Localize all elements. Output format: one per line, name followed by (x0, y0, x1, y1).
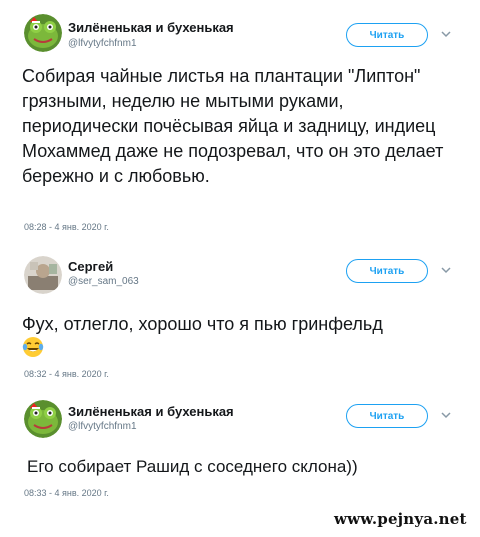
tweet-text: Фух, отлегло, хорошо что я пью гринфельд (22, 314, 383, 334)
tweet-text: Его собирает Рашид с соседнего склона)) (27, 457, 358, 476)
tweet-timestamp[interactable]: 08:32 - 4 янв. 2020 г. (24, 369, 109, 379)
tweet-timestamp[interactable]: 08:33 - 4 янв. 2020 г. (24, 488, 109, 498)
photo-avatar[interactable] (24, 256, 62, 294)
chevron-down-icon[interactable] (440, 264, 452, 276)
follow-button[interactable]: Читать (346, 259, 428, 283)
tears-of-joy-emoji (22, 337, 44, 357)
user-handle[interactable]: @ser_sam_063 (68, 276, 139, 287)
tweet-timestamp[interactable]: 08:28 - 4 янв. 2020 г. (24, 222, 109, 232)
watermark: www.pejnya.net (334, 510, 467, 528)
chevron-down-icon[interactable] (440, 28, 452, 40)
user-name[interactable]: Сергей (68, 259, 113, 274)
follow-button[interactable]: Читать (346, 23, 428, 47)
user-name[interactable]: Зилёненькая и бухенькая (68, 404, 234, 419)
user-name[interactable]: Зилёненькая и бухенькая (68, 20, 234, 35)
chevron-down-icon[interactable] (440, 409, 452, 421)
frog-avatar[interactable] (24, 400, 62, 438)
follow-button[interactable]: Читать (346, 404, 428, 428)
user-handle[interactable]: @lfvytyfchfnm1 (68, 421, 137, 432)
user-handle[interactable]: @lfvytyfchfnm1 (68, 38, 137, 49)
tweet-text: Собирая чайные листья на плантации "Липт… (22, 66, 444, 186)
frog-avatar[interactable] (24, 14, 62, 52)
